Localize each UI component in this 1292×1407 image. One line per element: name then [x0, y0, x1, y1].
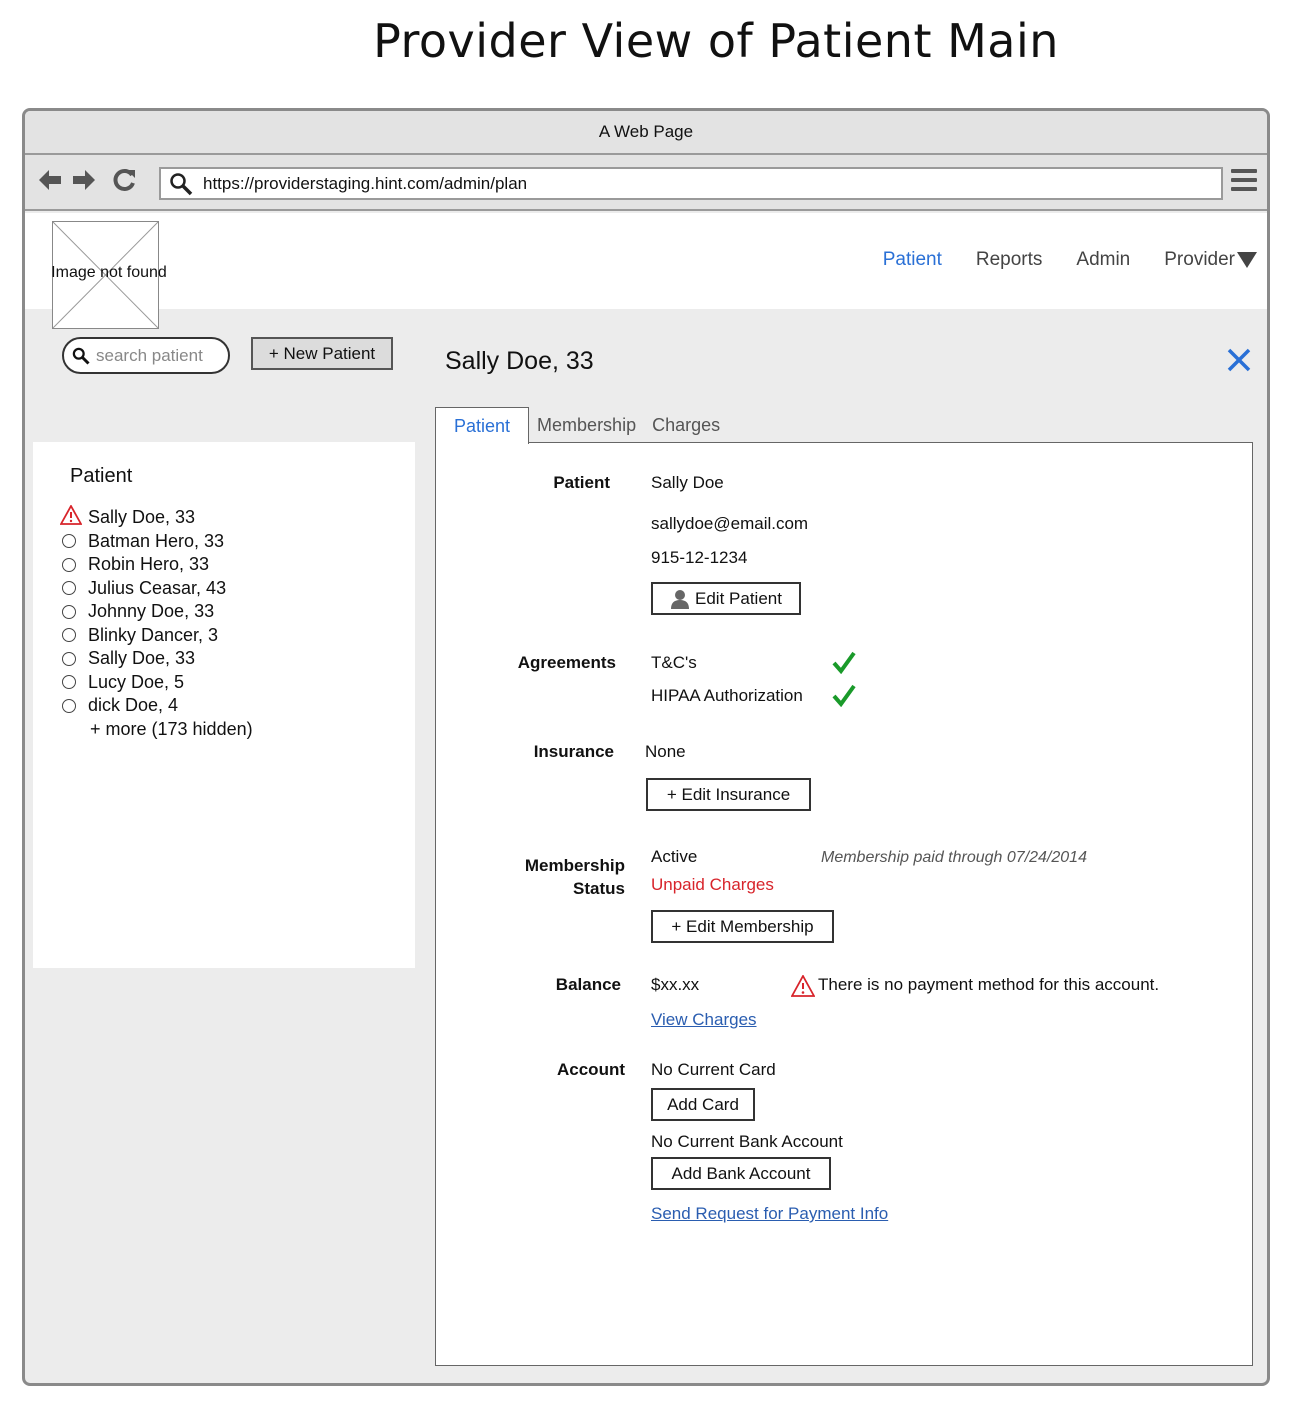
- insurance-section-label: Insurance: [533, 742, 614, 761]
- new-patient-button[interactable]: + New Patient: [251, 337, 393, 370]
- bank-status: No Current Bank Account: [651, 1132, 843, 1151]
- patient-name: Robin Hero, 33: [88, 554, 210, 575]
- patient-phone: 915-12-1234: [651, 548, 748, 567]
- patient-list-item[interactable]: Sally Doe, 33: [62, 647, 253, 671]
- sidebar-title: Patient: [70, 465, 133, 487]
- patient-section-label: Patient: [553, 473, 610, 492]
- nav-provider-label: Provider: [1164, 249, 1235, 270]
- patient-list: Sally Doe, 33 Batman Hero, 33 Robin Hero…: [59, 504, 253, 742]
- caret-down-icon: [1237, 252, 1257, 268]
- radio-icon: [62, 534, 76, 549]
- membership-label-line1: Membership: [524, 856, 625, 875]
- search-placeholder: search patient: [96, 345, 203, 365]
- tab-patient[interactable]: Patient: [435, 407, 530, 444]
- nav-admin[interactable]: Admin: [1076, 249, 1130, 271]
- warning-icon: [59, 504, 84, 530]
- patient-detail-panel: Patient Sally Doe sallydoe@email.com 915…: [435, 442, 1253, 1366]
- membership-label-line2: Status: [573, 879, 625, 898]
- unpaid-charges-alert: Unpaid Charges: [651, 875, 774, 894]
- logo-placeholder: Image not found: [51, 221, 167, 329]
- nav-provider-dropdown[interactable]: Provider: [1164, 249, 1257, 271]
- back-arrow-icon[interactable]: [37, 167, 63, 199]
- patient-sidebar: Patient Sally Doe, 33 Batman Hero, 33 Ro…: [33, 442, 415, 968]
- tab-membership[interactable]: Membership: [529, 407, 644, 443]
- patient-name: Julius Ceasar, 43: [88, 577, 227, 598]
- patient-list-item[interactable]: Johnny Doe, 33: [62, 600, 253, 624]
- detail-tabs: Patient Membership Charges: [435, 407, 728, 444]
- radio-icon: [62, 698, 76, 713]
- page-title: Provider View of Patient Main: [373, 14, 1059, 68]
- patient-name: dick Doe, 4: [88, 695, 179, 716]
- logo-alt-text: Image not found: [51, 264, 167, 281]
- patient-list-item[interactable]: dick Doe, 4: [62, 694, 253, 718]
- radio-icon: [62, 604, 76, 619]
- patient-list-item[interactable]: Batman Hero, 33: [62, 530, 253, 554]
- patient-list-item[interactable]: Julius Ceasar, 43: [62, 577, 253, 601]
- radio-icon: [62, 651, 76, 666]
- show-more-link[interactable]: + more (173 hidden): [62, 718, 253, 742]
- checkmark-icon: [832, 651, 856, 674]
- checkmark-icon: [832, 684, 856, 707]
- search-input[interactable]: search patient: [62, 337, 230, 374]
- add-card-button[interactable]: Add Card: [651, 1088, 755, 1121]
- patient-list-item[interactable]: Blinky Dancer, 3: [62, 624, 253, 648]
- patient-full-name: Sally Doe: [651, 473, 724, 492]
- nav-patient[interactable]: Patient: [883, 249, 942, 271]
- balance-section-label: Balance: [555, 975, 621, 994]
- patient-name: Lucy Doe, 5: [88, 671, 185, 692]
- add-bank-account-button[interactable]: Add Bank Account: [651, 1157, 831, 1190]
- membership-paid-note: Membership paid through 07/24/2014: [821, 849, 1087, 866]
- edit-insurance-button[interactable]: + Edit Insurance: [646, 778, 811, 811]
- reload-icon[interactable]: [111, 167, 137, 199]
- patient-name: Sally Doe, 33: [88, 648, 196, 669]
- tab-charges[interactable]: Charges: [644, 407, 728, 443]
- insurance-value: None: [645, 742, 686, 761]
- browser-toolbar: https://providerstaging.hint.com/admin/p…: [25, 155, 1267, 211]
- browser-window: A Web Page https://providerstaging.hint.…: [22, 108, 1270, 1386]
- patient-name: Blinky Dancer, 3: [88, 624, 219, 645]
- hamburger-menu-icon[interactable]: [1231, 169, 1257, 193]
- membership-status: Active: [651, 847, 698, 866]
- agreement-tc: T&C's: [651, 653, 697, 672]
- edit-membership-button[interactable]: + Edit Membership: [651, 910, 834, 943]
- agreement-hipaa: HIPAA Authorization: [651, 686, 803, 705]
- view-charges-link[interactable]: View Charges: [651, 1010, 757, 1030]
- patient-list-item[interactable]: Lucy Doe, 5: [62, 671, 253, 695]
- send-payment-request-link[interactable]: Send Request for Payment Info: [651, 1204, 888, 1224]
- radio-icon: [62, 557, 76, 572]
- patient-email: sallydoe@email.com: [651, 514, 809, 533]
- warning-icon: [791, 975, 815, 997]
- radio-icon: [62, 581, 76, 596]
- account-section-label: Account: [557, 1060, 625, 1079]
- patient-heading: Sally Doe, 33: [445, 347, 594, 375]
- patient-list-item[interactable]: Robin Hero, 33: [62, 553, 253, 577]
- app-header: Patient Reports Admin Provider: [25, 213, 1267, 309]
- payment-method-warning: There is no payment method for this acco…: [818, 975, 1160, 994]
- url-text: https://providerstaging.hint.com/admin/p…: [203, 173, 528, 193]
- close-icon[interactable]: [1226, 347, 1252, 373]
- patient-list-item[interactable]: Sally Doe, 33: [59, 504, 253, 530]
- forward-arrow-icon[interactable]: [71, 167, 97, 199]
- window-title: A Web Page: [598, 122, 694, 141]
- balance-value: $xx.xx: [651, 975, 700, 994]
- search-icon: [170, 172, 193, 195]
- search-icon: [72, 347, 90, 365]
- user-icon: [671, 589, 690, 609]
- patient-name: Johnny Doe, 33: [88, 601, 215, 622]
- edit-patient-label: Edit Patient: [695, 588, 782, 608]
- top-navigation: Patient Reports Admin Provider: [849, 249, 1257, 271]
- window-titlebar: A Web Page: [25, 111, 1267, 155]
- nav-reports[interactable]: Reports: [976, 249, 1043, 271]
- radio-icon: [62, 628, 76, 643]
- edit-patient-button[interactable]: Edit Patient: [651, 582, 801, 615]
- radio-icon: [62, 675, 76, 690]
- agreements-section-label: Agreements: [517, 653, 616, 672]
- patient-name: Batman Hero, 33: [88, 530, 225, 551]
- card-status: No Current Card: [651, 1060, 776, 1079]
- patient-name: Sally Doe, 33: [88, 507, 196, 528]
- address-bar[interactable]: https://providerstaging.hint.com/admin/p…: [159, 167, 1223, 200]
